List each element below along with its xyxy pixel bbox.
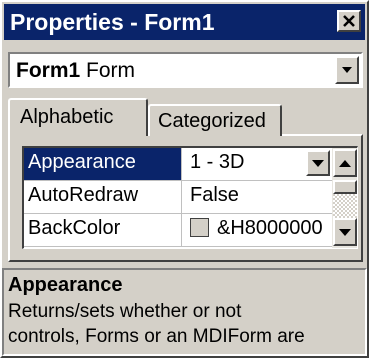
tab-categorized[interactable]: Categorized — [148, 104, 282, 136]
arrow-down-icon — [339, 228, 351, 236]
property-value[interactable]: False — [184, 181, 332, 213]
object-selector[interactable]: Form1 Form — [8, 52, 363, 88]
property-name: Appearance — [24, 148, 182, 180]
scroll-track[interactable] — [333, 194, 357, 218]
property-row-autoredraw[interactable]: AutoRedraw False — [24, 181, 332, 214]
property-value-text: &H8000000 — [217, 217, 323, 239]
value-dropdown-button[interactable] — [306, 150, 330, 176]
description-text: Returns/sets whether or not controls, Fo… — [8, 299, 365, 349]
property-name: AutoRedraw — [24, 181, 182, 213]
description-pane: Appearance Returns/sets whether or not c… — [2, 268, 367, 356]
property-row-backcolor[interactable]: BackColor &H8000000 — [24, 214, 332, 247]
chevron-down-icon — [342, 67, 352, 73]
scroll-down-button[interactable] — [333, 218, 357, 246]
property-name: BackColor — [24, 214, 182, 246]
vertical-scrollbar[interactable] — [332, 148, 357, 248]
object-name: Form1 — [16, 59, 81, 82]
property-grid: Appearance 1 - 3D AutoRedraw False BackC… — [22, 146, 358, 249]
arrow-up-icon — [339, 159, 351, 167]
title-bar[interactable]: Properties - Form1 — [4, 4, 365, 40]
window-title: Properties - Form1 — [10, 9, 215, 35]
chevron-down-icon — [312, 159, 324, 167]
description-title: Appearance — [8, 274, 123, 296]
description-line: Returns/sets whether or not — [8, 301, 242, 322]
tab-alphabetic[interactable]: Alphabetic — [8, 98, 148, 136]
description-line: controls, Forms or an MDIForm are — [8, 326, 305, 347]
object-selector-dropdown-button[interactable] — [335, 56, 359, 84]
property-value[interactable]: &H8000000 — [184, 214, 332, 246]
color-swatch — [190, 218, 209, 237]
property-row-appearance[interactable]: Appearance 1 - 3D — [24, 148, 332, 181]
close-icon — [343, 15, 355, 27]
properties-window: Properties - Form1 Form1 Form Categorize… — [0, 0, 369, 358]
scroll-thumb[interactable] — [333, 180, 357, 194]
close-button[interactable] — [337, 10, 361, 32]
object-type: Form — [86, 59, 136, 82]
scroll-up-button[interactable] — [333, 149, 357, 177]
